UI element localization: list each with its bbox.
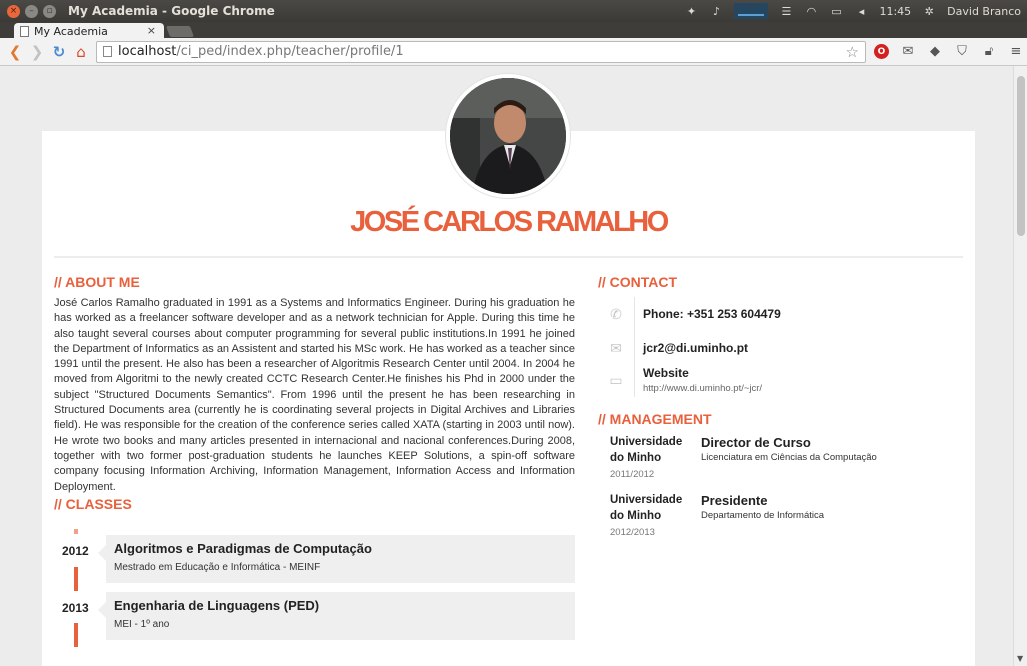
battery-icon[interactable]: ▭	[829, 5, 843, 18]
profile-avatar	[446, 74, 570, 198]
about-heading: // ABOUT ME	[54, 274, 140, 290]
contact-phone: Phone: +351 253 604479	[643, 307, 781, 321]
window-controls: × – ▫	[7, 4, 56, 18]
chrome-menu-icon[interactable]: ≡	[1008, 44, 1024, 60]
avatar-photo	[450, 78, 566, 194]
os-top-bar: × – ▫ My Academia - Google Chrome ✦ ♪ ☰ …	[0, 0, 1027, 22]
management-role: Presidente	[701, 493, 768, 508]
timeline-bar	[74, 567, 78, 591]
page-viewport: JOSÉ CARLOS RAMALHO // ABOUT ME José Car…	[0, 66, 1013, 666]
settings-gear-icon[interactable]: ✲	[922, 5, 936, 18]
forward-arrow-icon[interactable]: ❯	[28, 43, 46, 61]
class-item[interactable]: Engenharia de Linguagens (PED) MEI - 1º …	[98, 592, 575, 640]
class-item[interactable]: Algoritmos e Paradigmas de Computação Me…	[98, 535, 575, 583]
browser-toolbar: ❮ ❯ ↻ ⌂ localhost /ci_ped/index.php/teac…	[0, 38, 1027, 66]
system-tray: ✦ ♪ ☰ ◠ ▭ ◂ 11:45 ✲ David Branco	[684, 0, 1021, 22]
timeline-bar	[74, 623, 78, 647]
window-title: My Academia - Google Chrome	[68, 4, 275, 18]
management-year: 2012/2013	[610, 527, 655, 538]
wifi-icon[interactable]: ◠	[804, 5, 818, 18]
class-year: 2012	[62, 544, 89, 558]
scroll-thumb[interactable]	[1017, 76, 1025, 236]
management-heading: // MANAGEMENT	[598, 411, 712, 427]
management-org: Universidade do Minho 2012/2013	[610, 493, 690, 541]
menu-list-icon[interactable]: ☰	[779, 5, 793, 18]
pocket-icon[interactable]: ⛉	[954, 44, 970, 60]
website-label: Website	[643, 366, 689, 380]
url-host: localhost	[118, 44, 177, 59]
notification-bell-icon[interactable]: ♪	[709, 5, 723, 18]
contact-phone-row: ✆ Phone: +351 253 604479	[598, 297, 963, 331]
class-title: Engenharia de Linguagens (PED)	[114, 598, 320, 613]
close-window-button[interactable]: ×	[7, 4, 20, 18]
reload-icon[interactable]: ↻	[50, 43, 68, 61]
contact-email[interactable]: jcr2@di.uminho.pt	[643, 341, 748, 355]
tab-title: My Academia	[34, 24, 108, 38]
dropbox-icon[interactable]: ✦	[684, 5, 698, 18]
extensions-area: O ✉ ◆ ⛉ 🔓︎ ≡	[874, 44, 1024, 60]
clock[interactable]: 11:45	[879, 5, 911, 18]
phone-icon: ✆	[598, 297, 635, 331]
diamond-extension-icon[interactable]: ◆	[927, 44, 943, 60]
back-arrow-icon[interactable]: ❮	[6, 43, 24, 61]
website-link[interactable]: http://www.di.uminho.pt/~jcr/	[643, 383, 762, 394]
scroll-down-arrow-icon[interactable]: ▼	[1017, 654, 1023, 663]
class-course: MEI - 1º ano	[114, 619, 170, 630]
contact-email-row: ✉ jcr2@di.uminho.pt	[598, 331, 963, 365]
management-year: 2011/2012	[610, 469, 655, 480]
classes-heading: // CLASSES	[54, 496, 132, 512]
adblock-icon[interactable]: O	[874, 44, 889, 59]
management-role: Director de Curso	[701, 435, 811, 450]
timeline-dot	[74, 529, 78, 534]
home-icon[interactable]: ⌂	[72, 43, 90, 61]
system-monitor-graph[interactable]	[734, 3, 769, 19]
page-icon	[20, 25, 29, 37]
browser-tab-strip: My Academia ×	[0, 22, 1027, 39]
page-scrollbar[interactable]: ▼	[1013, 66, 1027, 666]
management-org-name: Universidade do Minho	[610, 494, 683, 522]
management-desc: Licenciatura em Ciências da Computação	[701, 452, 877, 463]
management-org: Universidade do Minho 2011/2012	[610, 435, 690, 483]
tab-close-icon[interactable]: ×	[147, 24, 156, 37]
mail-icon[interactable]: ✉	[900, 44, 916, 60]
maximize-window-button[interactable]: ▫	[43, 4, 56, 18]
profile-name: JOSÉ CARLOS RAMALHO	[350, 206, 669, 238]
class-course: Mestrado em Educação e Informática - MEI…	[114, 562, 321, 573]
management-desc: Departamento de Informática	[701, 510, 825, 521]
url-path: /ci_ped/index.php/teacher/profile/1	[176, 44, 404, 59]
contact-website-row: ▭ Website http://www.di.uminho.pt/~jcr/	[598, 363, 963, 397]
browser-tab[interactable]: My Academia ×	[14, 23, 164, 39]
class-title: Algoritmos e Paradigmas de Computação	[114, 541, 372, 556]
divider	[54, 256, 963, 258]
minimize-window-button[interactable]: –	[25, 4, 38, 18]
lock-icon[interactable]: 🔓︎	[981, 44, 997, 60]
bookmark-star-icon[interactable]: ☆	[846, 43, 859, 61]
contact-website: Website http://www.di.uminho.pt/~jcr/	[643, 366, 762, 394]
about-text: José Carlos Ramalho graduated in 1991 as…	[54, 297, 575, 493]
page-icon	[103, 46, 112, 57]
class-year: 2013	[62, 601, 89, 615]
new-tab-button[interactable]	[165, 26, 195, 37]
envelope-icon: ✉	[598, 331, 635, 365]
volume-icon[interactable]: ◂	[854, 5, 868, 18]
laptop-icon: ▭	[598, 363, 635, 397]
contact-heading: // CONTACT	[598, 274, 678, 290]
address-bar[interactable]: localhost /ci_ped/index.php/teacher/prof…	[96, 40, 866, 63]
management-org-name: Universidade do Minho	[610, 436, 683, 464]
user-name[interactable]: David Branco	[947, 5, 1021, 18]
